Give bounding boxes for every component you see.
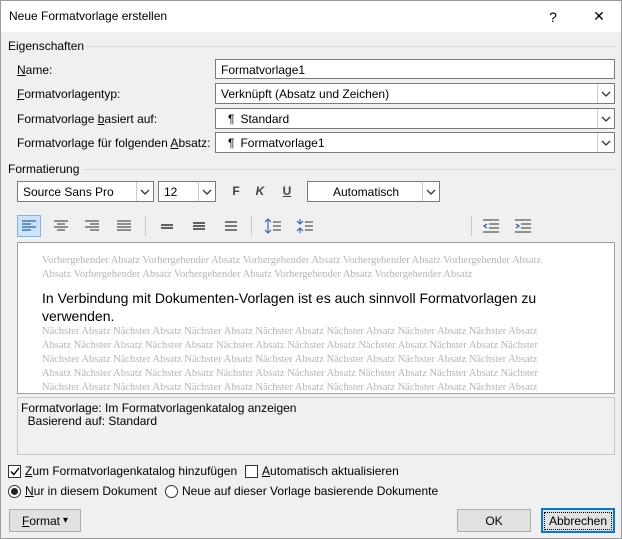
next-paragraph-value: ¶ Formatvorlage1 <box>228 136 325 150</box>
properties-divider <box>87 46 615 47</box>
description-line: Basierend auf: Standard <box>21 414 158 428</box>
only-this-document-radio[interactable]: Nur in diesem Dokument <box>8 484 157 498</box>
line-spacing-single-icon <box>161 224 173 229</box>
auto-update-label: Automatisch aktualisieren <box>262 464 399 478</box>
format-menu-button[interactable]: Format ▾ <box>9 509 81 532</box>
style-type-select[interactable]: Verknüpft (Absatz und Zeichen) <box>215 83 615 104</box>
toolbar-separator <box>145 216 146 236</box>
increase-indent-button[interactable] <box>511 215 535 237</box>
toolbar-separator <box>471 216 472 236</box>
font-color-value: Automatisch <box>333 185 400 199</box>
preview-next-paragraph: Nächster Absatz Nächster Absatz Nächster… <box>42 326 538 393</box>
italic-button[interactable]: K <box>249 181 271 201</box>
add-to-gallery-checkbox[interactable]: Zum Formatvorlagenkatalog hinzufügen <box>8 464 237 478</box>
align-left-icon <box>22 220 36 231</box>
preview-previous-paragraph: Vorhergehender Absatz Vorhergehender Abs… <box>42 255 542 280</box>
font-size-select[interactable]: 12 <box>158 181 216 202</box>
dropdown-arrow-icon: ▾ <box>63 515 69 526</box>
add-to-gallery-label: Zum Formatvorlagenkatalog hinzufügen <box>25 464 238 478</box>
font-select[interactable]: Source Sans Pro <box>17 181 154 202</box>
based-on-select[interactable]: ¶ Standard <box>215 108 615 129</box>
line-spacing-double-icon <box>225 221 237 231</box>
align-right-button[interactable] <box>80 215 104 237</box>
chevron-down-icon[interactable] <box>422 182 439 201</box>
font-value: Source Sans Pro <box>23 185 114 199</box>
formatting-section-label: Formatierung <box>8 162 80 176</box>
new-documents-label: Neue auf dieser Vorlage basierende Dokum… <box>182 484 439 498</box>
name-label: Name: <box>17 63 53 77</box>
ok-button[interactable]: OK <box>457 509 531 532</box>
spacing-increase-icon <box>264 218 281 234</box>
align-right-icon <box>85 220 99 231</box>
next-paragraph-select[interactable]: ¶ Formatvorlage1 <box>215 132 615 153</box>
title-bar: Neue Formatvorlage erstellen ? ✕ <box>1 1 621 32</box>
align-center-button[interactable] <box>49 215 73 237</box>
checkbox-empty-icon[interactable] <box>245 464 258 478</box>
name-field[interactable]: Formatvorlage1 <box>215 59 615 79</box>
preview-sample-text: In Verbindung mit Dokumenten-Vorlagen is… <box>42 290 537 324</box>
justify-button[interactable] <box>112 215 136 237</box>
new-style-dialog: Neue Formatvorlage erstellen ? ✕ Eigensc… <box>0 0 622 539</box>
double-spacing-button[interactable] <box>219 215 243 237</box>
chevron-down-icon[interactable] <box>597 133 614 152</box>
style-preview: Vorhergehender Absatz Vorhergehender Abs… <box>17 242 615 394</box>
align-center-icon <box>54 220 68 231</box>
font-size-value: 12 <box>164 185 178 199</box>
help-button[interactable]: ? <box>533 1 573 32</box>
line-spacing-onehalf-icon <box>193 222 205 230</box>
only-this-document-label: Nur in diesem Dokument <box>25 484 158 498</box>
style-type-value: Verknüpft (Absatz und Zeichen) <box>221 87 390 101</box>
font-color-select[interactable]: Automatisch <box>307 181 440 202</box>
toolbar-separator <box>251 216 252 236</box>
formatting-divider <box>83 169 615 170</box>
window-title: Neue Formatvorlage erstellen <box>9 9 168 23</box>
spacing-decrease-icon <box>296 219 313 233</box>
style-description: Formatvorlage: Im Formatvorlagenkatalog … <box>17 397 615 455</box>
new-documents-radio[interactable]: Neue auf dieser Vorlage basierende Dokum… <box>165 484 438 498</box>
style-type-label: Formatvorlagentyp: <box>17 87 121 101</box>
justify-icon <box>117 220 131 231</box>
properties-section-label: Eigenschaften <box>8 39 85 53</box>
chevron-down-icon[interactable] <box>597 84 614 103</box>
indent-icon <box>515 219 531 233</box>
underline-button[interactable]: U <box>276 181 298 201</box>
single-spacing-button[interactable] <box>155 215 179 237</box>
outdent-icon <box>482 219 499 233</box>
radio-empty-icon[interactable] <box>165 484 178 498</box>
chevron-down-icon[interactable] <box>597 109 614 128</box>
next-paragraph-label: Formatvorlage für folgenden Absatz: <box>17 136 211 150</box>
increase-paragraph-spacing-button[interactable] <box>261 215 285 237</box>
chevron-down-icon[interactable] <box>136 182 153 201</box>
bold-button[interactable]: F <box>225 181 247 201</box>
paragraph-mark-icon: ¶ <box>228 136 235 150</box>
decrease-paragraph-spacing-button[interactable] <box>293 215 317 237</box>
one-half-spacing-button[interactable] <box>187 215 211 237</box>
decrease-indent-button[interactable] <box>479 215 503 237</box>
based-on-label: Formatvorlage basiert auf: <box>17 112 158 126</box>
cancel-button[interactable]: Abbrechen <box>541 508 615 533</box>
auto-update-checkbox[interactable]: Automatisch aktualisieren <box>245 464 399 478</box>
align-left-button[interactable] <box>17 215 41 237</box>
radio-selected-icon[interactable] <box>8 484 21 498</box>
chevron-down-icon[interactable] <box>198 182 215 201</box>
checkbox-checked-icon[interactable] <box>8 464 21 478</box>
paragraph-mark-icon: ¶ <box>228 112 235 126</box>
close-button[interactable]: ✕ <box>579 1 619 32</box>
based-on-value: ¶ Standard <box>228 112 290 126</box>
